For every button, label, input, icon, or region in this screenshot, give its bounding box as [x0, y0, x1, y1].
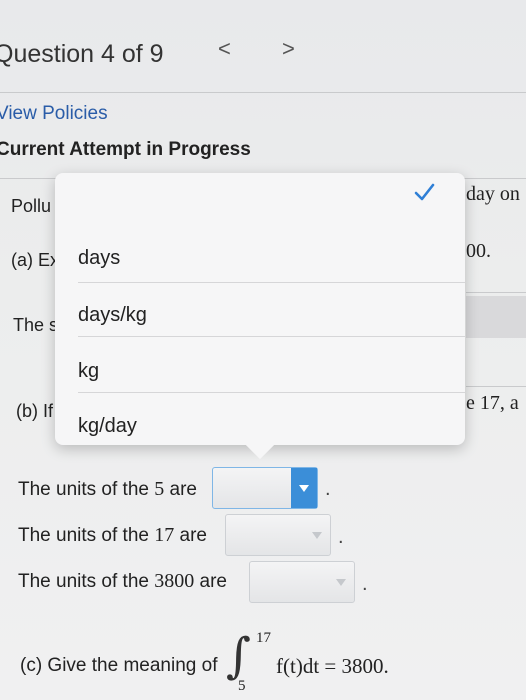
units-row-label: The units of the 3800 are — [18, 570, 227, 593]
sentence-period: . — [338, 526, 344, 548]
units-row-label: The units of the 5 are — [18, 478, 197, 501]
units-select-17[interactable] — [225, 514, 331, 556]
units-row-number: 3800 — [154, 570, 195, 592]
part-a-answer-box-edge — [466, 296, 526, 338]
units-select-3800[interactable] — [249, 561, 355, 603]
units-row-prefix: The units of the — [18, 479, 155, 500]
page: Question 4 of 9 < > View Policies Curren… — [0, 0, 526, 700]
sentence-period: . — [325, 478, 331, 500]
header-divider — [0, 92, 526, 93]
part-a-text-fragment: The s — [13, 315, 59, 335]
units-dropdown-menu: days days/kg kg kg/day — [55, 173, 465, 460]
view-policies-link[interactable]: View Policies — [0, 103, 108, 125]
chevron-down-icon — [304, 515, 330, 555]
chevron-down-icon — [291, 468, 317, 508]
integral-sign: ∫ — [226, 628, 252, 684]
option-divider — [78, 336, 465, 337]
units-select-5[interactable] — [212, 467, 318, 509]
part-b-text-fragment: e 17, a — [466, 392, 519, 414]
next-question-button[interactable]: > — [282, 36, 295, 62]
units-row-suffix: are — [194, 571, 227, 592]
sentence-period: . — [362, 573, 368, 595]
question-title: Question 4 of 9 — [0, 40, 164, 68]
problem-text-fragment: Pollu — [11, 196, 52, 216]
integral-upper-limit: 17 — [256, 630, 271, 646]
dropdown-option[interactable]: days — [78, 247, 120, 270]
dropdown-pointer — [245, 430, 275, 460]
part-a-divider — [466, 292, 526, 293]
previous-question-button[interactable]: < — [218, 36, 231, 62]
checkmark-icon — [414, 183, 435, 201]
part-b-divider — [466, 386, 526, 387]
part-b-label: (b) If — [16, 401, 54, 421]
part-a-label: (a) Ex — [11, 250, 60, 270]
part-a-value-fragment: 00. — [466, 240, 491, 262]
attempt-heading: Current Attempt in Progress — [0, 139, 251, 160]
dropdown-option[interactable]: kg/day — [78, 415, 137, 438]
integral-body: f(t)dt = 3800. — [276, 654, 389, 678]
dropdown-option[interactable]: days/kg — [78, 304, 147, 327]
dropdown-option[interactable]: kg — [78, 360, 99, 383]
integral-expression: ∫ 17 5 f(t)dt = 3800. — [226, 628, 426, 700]
integral-lower-limit: 5 — [238, 678, 246, 694]
units-row-prefix: The units of the — [18, 525, 155, 546]
units-row-label: The units of the 17 are — [18, 524, 207, 547]
option-divider — [78, 392, 465, 393]
option-divider — [78, 282, 465, 283]
units-row-number: 17 — [154, 524, 175, 546]
units-row-prefix: The units of the — [18, 571, 155, 592]
problem-text-fragment-right: day on — [466, 183, 520, 205]
chevron-down-icon — [328, 562, 354, 602]
part-c-label: (c) Give the meaning of — [20, 655, 218, 676]
units-row-suffix: are — [164, 479, 197, 500]
units-row-number: 5 — [154, 478, 165, 500]
units-row-suffix: are — [174, 525, 207, 546]
